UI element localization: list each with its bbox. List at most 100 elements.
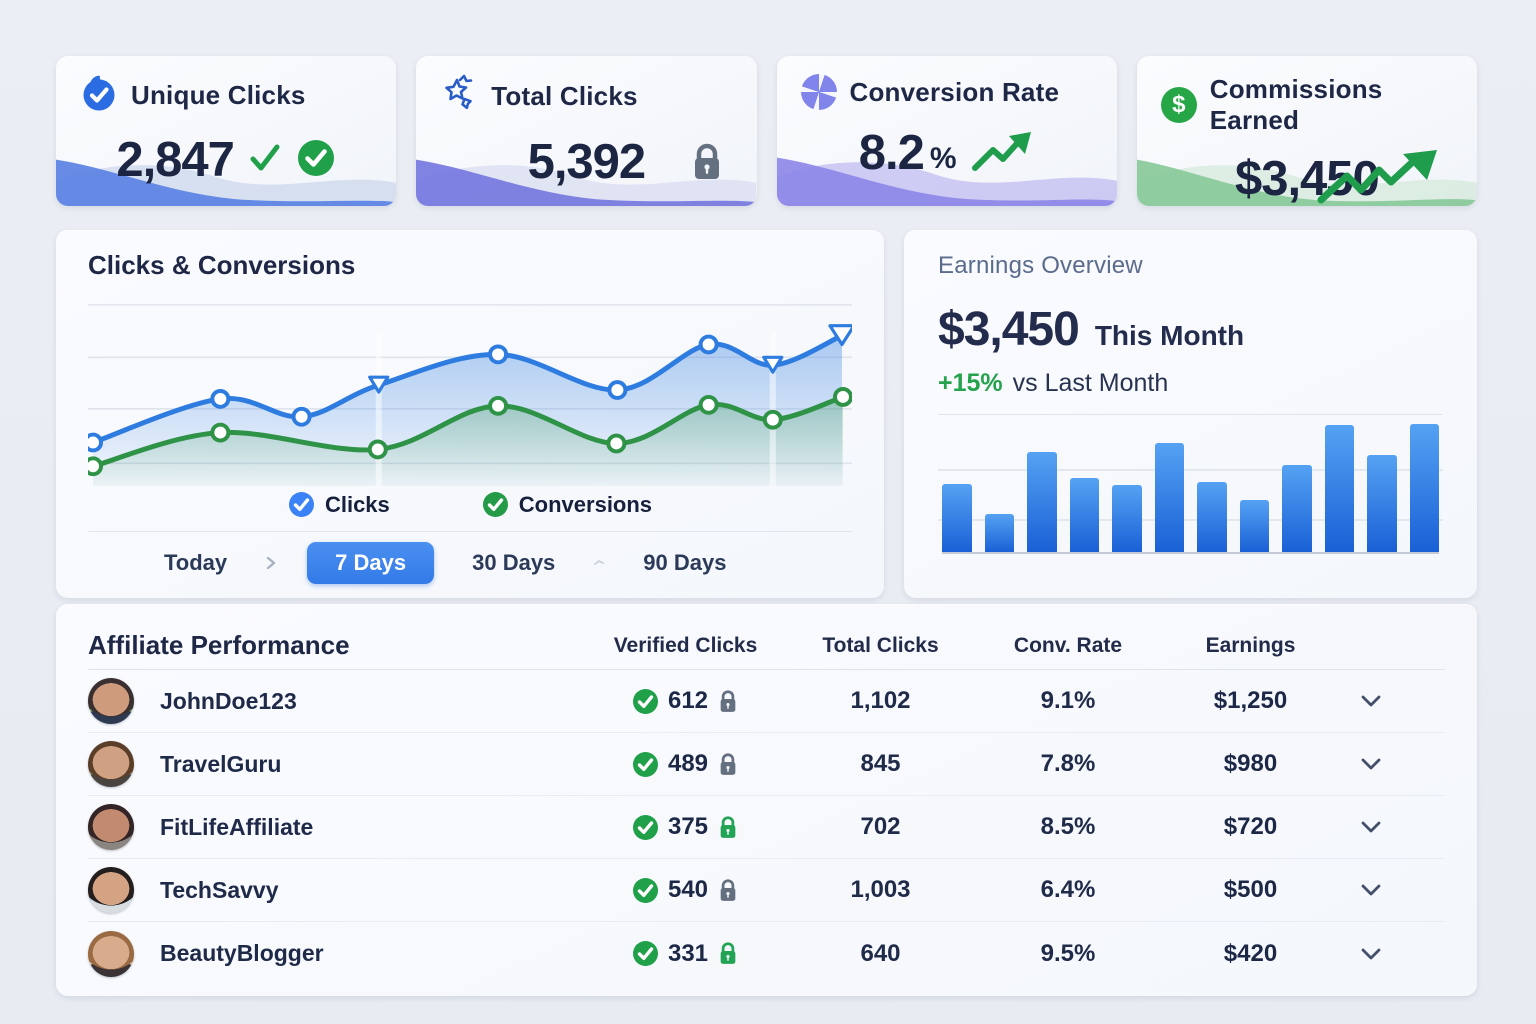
green-check-circle-icon <box>632 688 659 715</box>
affiliate-name: JohnDoe123 <box>160 688 588 715</box>
clicks-chart-title: Clicks & Conversions <box>88 250 852 281</box>
green-check-badge-icon <box>296 138 336 183</box>
card-head: Unique Clicks <box>80 74 372 117</box>
earnings-overview-panel: Earnings Overview $3,450 This Month +15%… <box>904 230 1477 598</box>
chevron-right-icon <box>265 555 277 571</box>
clicks-conversions-panel: Clicks & Conversions Clicks Conversions <box>56 230 884 598</box>
card-title: Unique Clicks <box>131 80 306 111</box>
gray-lock-icon <box>717 688 739 715</box>
verified-clicks-value: 489 <box>668 750 708 778</box>
earnings-delta-row: +15% vs Last Month <box>938 369 1443 398</box>
earnings-bar <box>1112 485 1142 552</box>
table-row[interactable]: FitLifeAffiliate 375 702 8.5% $720 <box>88 796 1445 859</box>
dollar-circle-icon: $ <box>1161 87 1197 123</box>
expand-row-chevron[interactable] <box>1343 757 1398 771</box>
table-row[interactable]: TravelGuru 489 845 7.8% $980 <box>88 733 1445 796</box>
card-value-row: 5,392 <box>440 133 732 191</box>
legend-toggle-conversions[interactable]: Conversions <box>482 491 652 518</box>
conversion-rate-value: 8.2 <box>859 125 924 181</box>
verified-badge-icon <box>80 74 118 117</box>
conv-rate-value: 7.8% <box>978 750 1158 778</box>
range-7-days[interactable]: 7 Days <box>307 542 434 584</box>
percent-suffix: % <box>930 142 957 182</box>
trend-up-arrow-icon <box>971 128 1035 179</box>
conv-rate-value: 9.5% <box>978 940 1158 968</box>
card-head: Total Clicks <box>440 74 732 119</box>
expand-row-chevron[interactable] <box>1343 694 1398 708</box>
earnings-bar <box>942 484 972 552</box>
table-row[interactable]: JohnDoe123 612 1,102 9.1% $1,250 <box>88 670 1445 733</box>
gray-lock-icon <box>717 751 739 778</box>
card-head: Conversion Rate <box>801 74 1093 110</box>
earnings-value: $980 <box>1158 750 1343 778</box>
expand-row-chevron[interactable] <box>1343 820 1398 834</box>
earnings-bar <box>985 514 1015 552</box>
legend-label: Conversions <box>519 492 652 518</box>
avatar <box>88 931 134 977</box>
table-title: Affiliate Performance <box>88 630 588 661</box>
table-header: Affiliate Performance Verified Clicks To… <box>88 622 1445 670</box>
stat-card-unique-clicks: Unique Clicks 2,847 <box>56 56 396 206</box>
stat-cards-row: Unique Clicks 2,847 <box>56 56 1477 206</box>
earnings-bar <box>1240 500 1270 552</box>
card-value-row: 8.2 % <box>801 124 1093 182</box>
column-conv-rate: Conv. Rate <box>978 634 1158 658</box>
earnings-value: $720 <box>1158 813 1343 841</box>
verified-clicks-value: 375 <box>668 813 708 841</box>
conv-rate-value: 9.1% <box>978 687 1158 715</box>
verified-clicks-value: 540 <box>668 876 708 904</box>
earnings-bar <box>1410 424 1440 552</box>
earnings-bar-chart <box>938 414 1443 554</box>
earnings-bar <box>1325 425 1355 552</box>
conv-rate-value: 6.4% <box>978 876 1158 904</box>
earnings-amount-label: This Month <box>1095 320 1244 352</box>
green-lock-icon <box>717 814 739 841</box>
total-clicks-value: 1,102 <box>783 687 978 715</box>
affiliate-name: BeautyBlogger <box>160 940 588 967</box>
table-row[interactable]: BeautyBlogger 331 640 9.5% $420 <box>88 922 1445 985</box>
middle-row: Clicks & Conversions Clicks Conversions <box>56 230 1477 585</box>
legend-toggle-clicks[interactable]: Clicks <box>288 491 390 518</box>
earnings-bar <box>1070 478 1100 552</box>
stat-card-conversion-rate: Conversion Rate 8.2 % <box>777 56 1117 206</box>
green-check-circle-icon <box>632 814 659 841</box>
expand-row-chevron[interactable] <box>1343 947 1398 961</box>
column-verified-clicks: Verified Clicks <box>588 634 783 658</box>
tick-separator-icon <box>593 557 605 569</box>
range-90-days[interactable]: 90 Days <box>635 544 734 582</box>
verified-clicks-value: 331 <box>668 940 708 968</box>
column-earnings: Earnings <box>1158 634 1343 658</box>
earnings-delta: +15% <box>938 369 1003 398</box>
green-check-circle-icon <box>632 877 659 904</box>
affiliate-name: TechSavvy <box>160 877 588 904</box>
verified-clicks-cell: 489 <box>588 750 783 778</box>
clicks-conversions-chart <box>88 293 852 491</box>
table-body: JohnDoe123 612 1,102 9.1% $1,250 TravelG… <box>88 670 1445 985</box>
total-clicks-value: 640 <box>783 940 978 968</box>
unique-clicks-value: 2,847 <box>116 132 234 188</box>
earnings-delta-label: vs Last Month <box>1013 369 1169 398</box>
affiliate-name: FitLifeAffiliate <box>160 814 588 841</box>
affiliate-name: TravelGuru <box>160 751 588 778</box>
earnings-amount: $3,450 <box>938 302 1079 357</box>
green-check-circle-icon <box>632 751 659 778</box>
conv-rate-value: 8.5% <box>978 813 1158 841</box>
total-clicks-value: 5,392 <box>528 134 646 190</box>
avatar <box>88 867 134 913</box>
verified-clicks-cell: 331 <box>588 940 783 968</box>
earnings-bar <box>1282 465 1312 552</box>
range-30-days[interactable]: 30 Days <box>464 544 563 582</box>
expand-row-chevron[interactable] <box>1343 883 1398 897</box>
range-today[interactable]: Today <box>156 544 235 582</box>
table-row[interactable]: TechSavvy 540 1,003 6.4% $500 <box>88 859 1445 922</box>
gray-lock-icon <box>689 141 725 183</box>
stat-card-total-clicks: Total Clicks 5,392 <box>416 56 756 206</box>
total-clicks-value: 845 <box>783 750 978 778</box>
column-total-clicks: Total Clicks <box>783 634 978 658</box>
affiliate-performance-panel: Affiliate Performance Verified Clicks To… <box>56 604 1477 996</box>
earnings-bar <box>1155 443 1185 552</box>
verified-clicks-cell: 540 <box>588 876 783 904</box>
verified-clicks-cell: 375 <box>588 813 783 841</box>
bars-container <box>942 415 1439 554</box>
card-title: Commissions Earned <box>1210 74 1453 136</box>
